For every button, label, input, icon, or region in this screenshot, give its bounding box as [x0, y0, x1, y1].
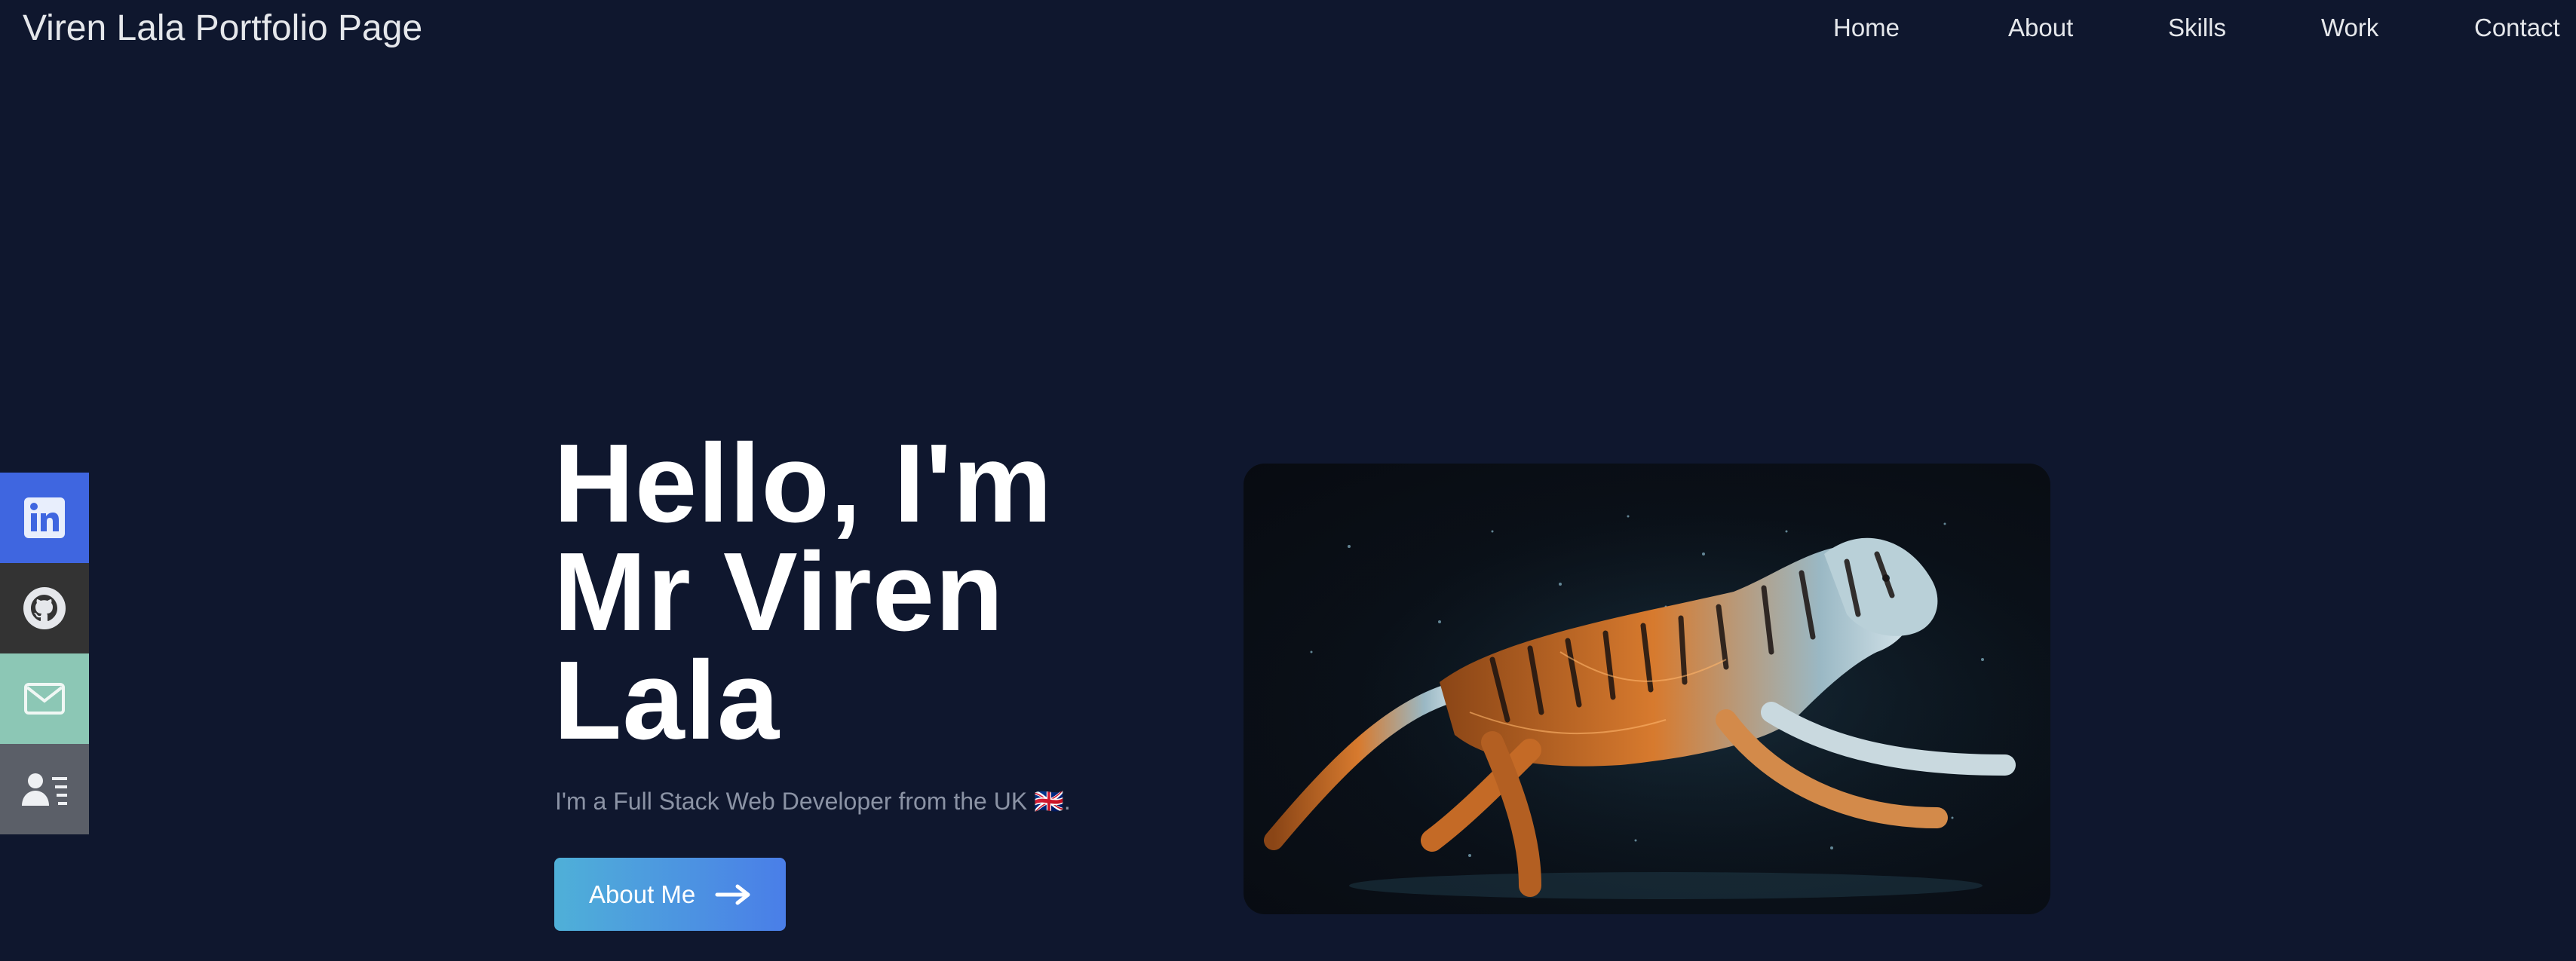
- nav-link-contact[interactable]: Contact: [2474, 14, 2572, 42]
- social-sidebar: [0, 473, 89, 834]
- arrow-right-icon: [715, 884, 750, 904]
- nav-link-home[interactable]: Home: [1833, 14, 1924, 42]
- resume-link[interactable]: [0, 744, 89, 834]
- nav-link-skills[interactable]: Skills: [2168, 14, 2243, 42]
- nav-link-about[interactable]: About: [2008, 14, 2099, 42]
- mail-icon: [24, 683, 65, 715]
- about-me-button-label: About Me: [589, 880, 696, 908]
- hero-title: Hello, I'm Mr Viren Lala: [554, 421, 1053, 763]
- navbar: Viren Lala Portfolio Page Home About Ski…: [0, 0, 2576, 57]
- github-link[interactable]: [0, 563, 89, 653]
- contact-card-icon: [22, 773, 67, 806]
- linkedin-icon: [24, 497, 65, 538]
- github-icon: [23, 587, 66, 629]
- site-title[interactable]: Viren Lala Portfolio Page: [23, 8, 422, 49]
- linkedin-link[interactable]: [0, 473, 89, 563]
- email-link[interactable]: [0, 653, 89, 744]
- tiger-image: [1244, 464, 2050, 914]
- about-me-button[interactable]: About Me: [554, 858, 786, 931]
- tiger-illustration: [1244, 464, 2050, 914]
- hero-subtitle: I'm a Full Stack Web Developer from the …: [555, 788, 1071, 815]
- nav-link-work[interactable]: Work: [2321, 14, 2397, 42]
